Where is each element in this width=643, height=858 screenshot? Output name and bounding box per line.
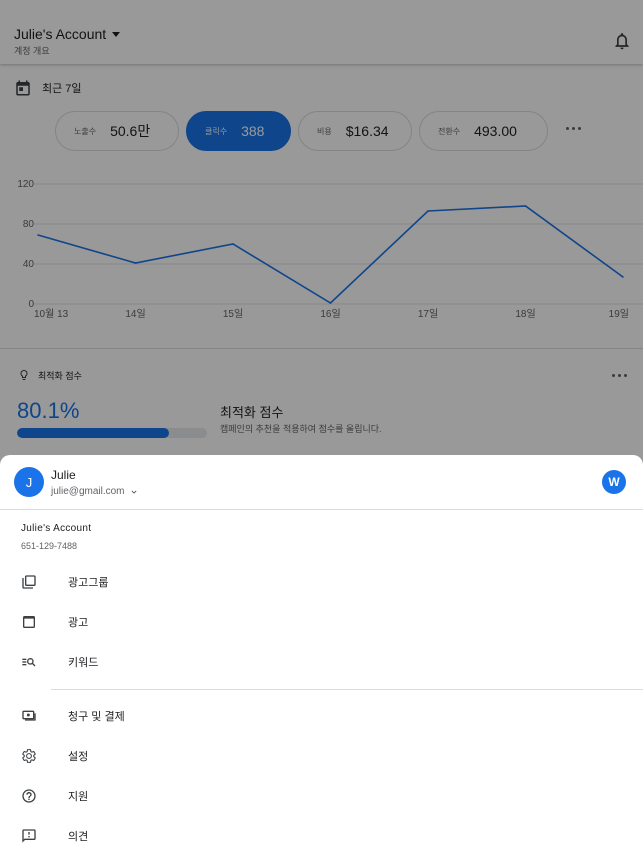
chevron-down-icon [131, 490, 137, 494]
user-email: julie@gmail.com [51, 486, 125, 497]
menu-item-label: 청구 및 결제 [68, 711, 125, 723]
menu-item-label: 광고 [68, 617, 89, 629]
user-avatar[interactable]: J [14, 467, 44, 497]
keywords-icon [20, 653, 38, 671]
selected-account-name: Julie's Account [21, 523, 92, 534]
menu-item-label: 의견 [68, 831, 89, 843]
menu-item-billing[interactable]: 청구 및 결제 [0, 696, 643, 736]
menu-divider [51, 689, 643, 690]
menu-item-ad-groups[interactable]: 광고그룹 [0, 562, 643, 602]
menu-item-feedback[interactable]: 의견 [0, 816, 643, 856]
menu-item-help[interactable]: 지원 [0, 776, 643, 816]
user-email-switcher[interactable]: julie@gmail.com [51, 486, 139, 497]
menu-item-label: 광고그룹 [68, 577, 109, 589]
menu-item-keywords[interactable]: 키워드 [0, 642, 643, 682]
account-badge[interactable]: W [602, 470, 626, 494]
ad-groups-icon [20, 573, 38, 591]
menu-item-label: 지원 [68, 791, 89, 803]
menu-item-label: 키워드 [68, 657, 99, 669]
selected-account-id: 651-129-7488 [21, 541, 78, 551]
feedback-icon [20, 827, 38, 845]
user-name: Julie [51, 468, 76, 482]
sheet-divider [0, 509, 643, 510]
help-icon [20, 787, 38, 805]
menu-item-settings[interactable]: 설정 [0, 736, 643, 776]
menu-item-label: 설정 [68, 751, 89, 763]
settings-icon [20, 747, 38, 765]
billing-icon [20, 707, 38, 725]
ads-icon [20, 613, 38, 631]
menu-item-ads[interactable]: 광고 [0, 602, 643, 642]
